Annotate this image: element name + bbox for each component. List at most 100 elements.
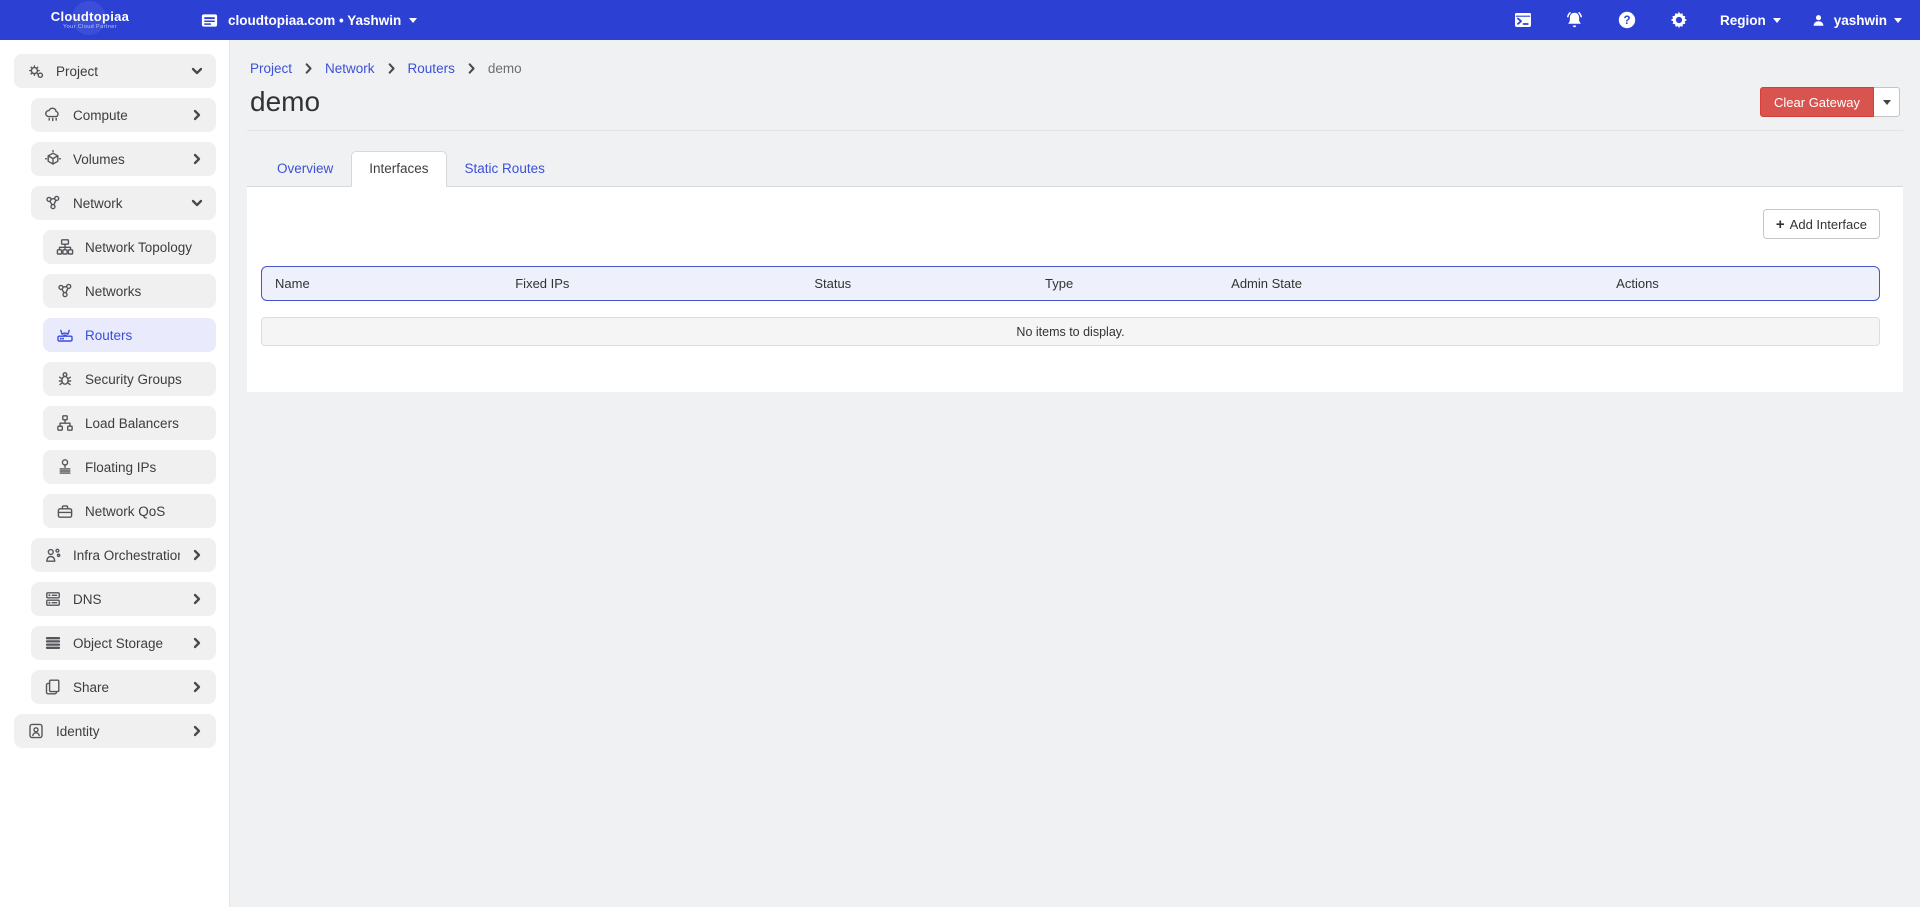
sidebar-item-label: Volumes — [73, 152, 180, 167]
network-topology-icon — [55, 237, 75, 257]
help-icon[interactable]: ? — [1616, 9, 1638, 31]
page-title: demo — [250, 86, 320, 118]
brand-tagline: Your Cloud Partner — [63, 24, 117, 30]
sidebar-item-networks[interactable]: Networks — [43, 274, 216, 308]
console-icon[interactable] — [1512, 9, 1534, 31]
breadcrumb-current: demo — [488, 61, 522, 76]
chevron-down-icon — [190, 64, 204, 78]
chevron-right-icon — [465, 62, 478, 75]
sidebar-item-label: Network Topology — [85, 240, 204, 255]
sidebar-item-label: Load Balancers — [85, 416, 204, 431]
column-header-name: Name — [275, 276, 515, 291]
chevron-down-icon — [1894, 18, 1902, 23]
column-header-admin-state: Admin State — [1231, 276, 1616, 291]
sidebar-item-network-topology[interactable]: Network Topology — [43, 230, 216, 264]
domain-list-icon — [198, 9, 220, 31]
interfaces-table-header: NameFixed IPsStatusTypeAdmin StateAction… — [261, 266, 1880, 301]
brand-logo[interactable]: Cloudtopiaa Your Cloud Partner — [30, 10, 150, 30]
sidebar-item-label: Object Storage — [73, 636, 180, 651]
network-qos-icon — [55, 501, 75, 521]
column-header-actions: Actions — [1616, 276, 1866, 291]
panel-actions: + Add Interface — [261, 209, 1880, 239]
chevron-right-icon — [190, 636, 204, 650]
sidebar-item-label: Security Groups — [85, 372, 204, 387]
region-dropdown[interactable]: Region — [1720, 13, 1781, 28]
chevron-right-icon — [385, 62, 398, 75]
empty-message: No items to display. — [1016, 325, 1124, 339]
page-header: demo Clear Gateway — [247, 76, 1903, 131]
sidebar-item-routers[interactable]: Routers — [43, 318, 216, 352]
column-header-type: Type — [1045, 276, 1231, 291]
sidebar-item-label: Networks — [85, 284, 204, 299]
add-interface-button[interactable]: + Add Interface — [1763, 209, 1880, 239]
identity-icon — [26, 721, 46, 741]
column-header-status: Status — [814, 276, 1045, 291]
volumes-icon — [43, 149, 63, 169]
tab-static-routes[interactable]: Static Routes — [447, 151, 563, 187]
sidebar-item-project[interactable]: Project — [14, 54, 216, 88]
networks-icon — [55, 281, 75, 301]
chevron-right-icon — [190, 592, 204, 606]
security-groups-icon — [55, 369, 75, 389]
chevron-down-icon — [409, 18, 417, 23]
sidebar-item-infra-orchestration[interactable]: Infra Orchestration — [31, 538, 216, 572]
dns-icon — [43, 589, 63, 609]
clear-gateway-button[interactable]: Clear Gateway — [1760, 87, 1874, 117]
sidebar-item-compute[interactable]: Compute — [31, 98, 216, 132]
sidebar-item-network[interactable]: Network — [31, 186, 216, 220]
brand-title: Cloudtopiaa — [51, 10, 129, 24]
network-icon — [43, 193, 63, 213]
top-navbar: Cloudtopiaa Your Cloud Partner cloudtopi… — [0, 0, 1920, 40]
empty-table-row: No items to display. — [261, 317, 1880, 346]
floating-ips-icon — [55, 457, 75, 477]
clear-gateway-split-button: Clear Gateway — [1760, 87, 1900, 117]
sidebar-item-network-qos[interactable]: Network QoS — [43, 494, 216, 528]
sidebar-item-dns[interactable]: DNS — [31, 582, 216, 616]
share-icon — [43, 677, 63, 697]
project-selector-dropdown[interactable]: cloudtopiaa.com • Yashwin — [198, 9, 417, 31]
sidebar-item-label: Floating IPs — [85, 460, 204, 475]
column-header-fixed-ips: Fixed IPs — [515, 276, 814, 291]
sidebar-item-volumes[interactable]: Volumes — [31, 142, 216, 176]
main-content: Project Network Routers demo demo Clear Gat… — [230, 40, 1920, 907]
sidebar-item-share[interactable]: Share — [31, 670, 216, 704]
sidebar-item-label: DNS — [73, 592, 180, 607]
sidebar-item-load-balancers[interactable]: Load Balancers — [43, 406, 216, 440]
chevron-down-icon — [190, 196, 204, 210]
plus-icon: + — [1776, 217, 1785, 232]
chevron-right-icon — [190, 152, 204, 166]
gear-icon[interactable] — [1668, 9, 1690, 31]
sidebar-item-label: Network — [73, 196, 180, 211]
breadcrumb-link-network[interactable]: Network — [325, 61, 375, 76]
clear-gateway-caret-button[interactable] — [1874, 87, 1900, 117]
sidebar-item-floating-ips[interactable]: Floating IPs — [43, 450, 216, 484]
chevron-right-icon — [190, 724, 204, 738]
project-selector-label: cloudtopiaa.com • Yashwin — [228, 13, 401, 28]
sidebar-navigation: Project Compute Volumes Network Network Topo… — [0, 40, 230, 907]
chevron-right-icon — [190, 108, 204, 122]
sidebar-item-label: Compute — [73, 108, 180, 123]
tab-overview[interactable]: Overview — [259, 151, 351, 187]
chevron-down-icon — [1883, 100, 1891, 105]
tab-interfaces[interactable]: Interfaces — [351, 151, 446, 187]
object-storage-icon — [43, 633, 63, 653]
user-menu-dropdown[interactable]: yashwin — [1811, 12, 1902, 28]
user-label: yashwin — [1834, 13, 1887, 28]
breadcrumb: Project Network Routers demo — [247, 61, 1903, 76]
tab-bar: OverviewInterfacesStatic Routes — [247, 151, 1903, 187]
project-icon — [26, 61, 46, 81]
sidebar-item-label: Network QoS — [85, 504, 204, 519]
sidebar-item-security-groups[interactable]: Security Groups — [43, 362, 216, 396]
add-interface-label: Add Interface — [1790, 217, 1867, 232]
chevron-right-icon — [190, 548, 204, 562]
sidebar-item-object-storage[interactable]: Object Storage — [31, 626, 216, 660]
sidebar-item-label: Identity — [56, 724, 180, 739]
breadcrumb-link-project[interactable]: Project — [250, 61, 292, 76]
sidebar-item-label: Infra Orchestration — [73, 548, 180, 563]
breadcrumb-link-routers[interactable]: Routers — [408, 61, 455, 76]
sidebar-item-identity[interactable]: Identity — [14, 714, 216, 748]
sidebar-item-label: Routers — [85, 328, 204, 343]
compute-icon — [43, 105, 63, 125]
chevron-right-icon — [302, 62, 315, 75]
bell-icon[interactable] — [1564, 9, 1586, 31]
